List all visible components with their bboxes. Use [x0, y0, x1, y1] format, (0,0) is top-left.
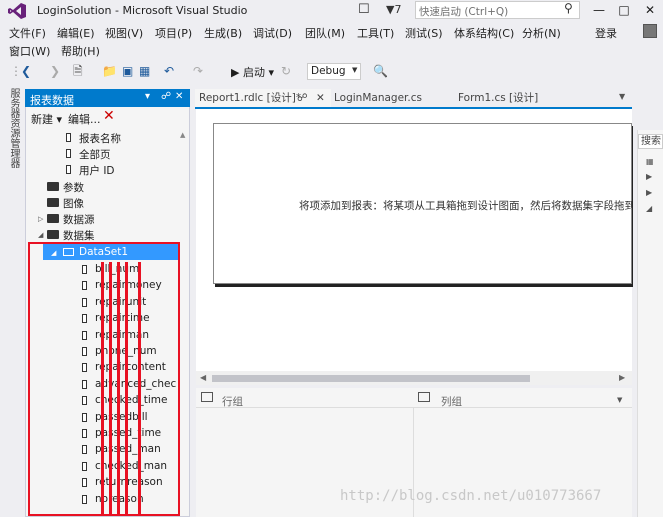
forward-icon[interactable]: ❯: [50, 64, 60, 78]
menu-team[interactable]: 团队(M): [305, 25, 345, 41]
scroll-right-icon[interactable]: ▶: [619, 373, 625, 382]
tree-item[interactable]: 报表名称: [79, 131, 121, 146]
watermark-text: http://blog.csdn.net/u010773667: [340, 488, 602, 504]
save-icon[interactable]: ▣: [122, 64, 133, 78]
restore-button[interactable]: □: [612, 1, 636, 19]
collapsed-triangle-icon[interactable]: ▷: [38, 215, 43, 223]
refresh-icon[interactable]: ↻: [281, 64, 291, 78]
folder-icon: [47, 198, 59, 207]
server-explorer-tab[interactable]: 服务器资源管理器: [7, 88, 21, 173]
panel-options-icon[interactable]: ▾: [145, 91, 150, 102]
tree-item[interactable]: 用户 ID: [79, 163, 115, 178]
feedback-icon[interactable]: ☐: [358, 2, 370, 17]
highlight-annotation-box: [28, 242, 180, 516]
menu-analyze[interactable]: 分析(N): [522, 25, 561, 41]
new-project-icon[interactable]: 🗎: [73, 64, 83, 78]
search-icon[interactable]: ⚲: [564, 1, 573, 15]
tree-item[interactable]: 图像: [63, 196, 84, 211]
design-surface-hint: 将项添加到报表：将某项从工具箱拖到设计图面，然后将数据集字段拖到该项: [299, 200, 632, 212]
menu-project[interactable]: 项目(P): [155, 25, 192, 41]
grouping-options-icon[interactable]: ▼: [617, 396, 622, 404]
pin-icon[interactable]: ☍: [161, 91, 171, 102]
minimize-button[interactable]: —: [587, 1, 611, 19]
menu-build[interactable]: 生成(B): [204, 25, 242, 41]
expand-arrow-icon[interactable]: ▶: [646, 188, 652, 197]
folder-icon: [47, 230, 59, 239]
grouping-header-divider: [196, 407, 632, 408]
undo-icon[interactable]: ↶: [164, 64, 174, 78]
annotation-line-5: [138, 262, 141, 514]
menu-window[interactable]: 窗口(W): [9, 43, 50, 59]
menu-architecture[interactable]: 体系结构(C): [454, 25, 514, 41]
annotation-line-2: [109, 262, 112, 514]
menu-edit[interactable]: 编辑(E): [57, 25, 95, 41]
column-groups-icon: [418, 392, 430, 402]
sign-in-link[interactable]: 登录: [595, 25, 617, 41]
expand-arrow-icon[interactable]: ▶: [646, 172, 652, 181]
annotation-line-1: [101, 262, 104, 514]
close-tab-icon[interactable]: ✕: [316, 90, 325, 106]
tree-item[interactable]: 数据集: [63, 228, 95, 243]
window-title: LoginSolution - Microsoft Visual Studio: [37, 4, 248, 17]
delete-icon[interactable]: ✕: [103, 108, 115, 124]
field-icon: [66, 149, 71, 158]
tab-login-manager[interactable]: LoginManager.cs: [334, 90, 422, 106]
tab-report1-label[interactable]: Report1.rdlc [设计]*: [199, 90, 301, 106]
field-icon: [66, 133, 71, 142]
folder-icon: [47, 214, 59, 223]
scroll-left-icon[interactable]: ◀: [200, 373, 206, 382]
tree-item[interactable]: 参数: [63, 180, 84, 195]
scroll-up-icon[interactable]: ▲: [180, 131, 185, 139]
quick-launch-placeholder: 快速启动 (Ctrl+Q): [419, 6, 509, 18]
account-icon[interactable]: [643, 24, 657, 38]
menu-file[interactable]: 文件(F): [9, 25, 46, 41]
menu-view[interactable]: 视图(V): [105, 25, 143, 41]
close-window-button[interactable]: ✕: [638, 1, 662, 19]
chevron-down-icon[interactable]: ▼: [352, 66, 357, 74]
close-panel-icon[interactable]: ✕: [175, 91, 183, 102]
new-dropdown-button[interactable]: 新建 ▾: [31, 111, 62, 127]
expand-arrow-icon[interactable]: ◢: [646, 204, 652, 213]
menu-debug[interactable]: 调试(D): [253, 25, 292, 41]
edit-button[interactable]: 编辑...: [68, 111, 101, 127]
open-file-icon[interactable]: 📁: [102, 64, 117, 78]
menu-test[interactable]: 测试(S): [405, 25, 443, 41]
pin-tab-icon[interactable]: ☍: [297, 90, 308, 106]
start-debugging-button[interactable]: ▶ 启动 ▾: [231, 64, 274, 80]
row-groups-icon: [201, 392, 213, 402]
horizontal-scroll-thumb[interactable]: [212, 375, 530, 382]
tree-item[interactable]: 数据源: [63, 212, 95, 227]
report-data-title: 报表数据: [30, 94, 74, 107]
tab-list-dropdown-icon[interactable]: ▼: [619, 92, 625, 101]
notifications-flag[interactable]: ▼7: [386, 3, 401, 16]
field-icon: [66, 165, 71, 174]
tree-item[interactable]: 全部页: [79, 147, 111, 162]
property-grid-icon[interactable]: ▦: [646, 157, 654, 166]
properties-search-input[interactable]: 搜索: [638, 134, 663, 149]
back-icon[interactable]: ❮: [21, 64, 31, 78]
menu-tools[interactable]: 工具(T): [357, 25, 394, 41]
annotation-line-4: [125, 262, 128, 514]
redo-icon[interactable]: ↷: [193, 64, 203, 78]
find-in-files-icon[interactable]: 🔍: [373, 64, 388, 78]
tab-form1-designer[interactable]: Form1.cs [设计]: [458, 90, 538, 106]
save-all-icon[interactable]: ▦: [139, 64, 150, 78]
annotation-line-3: [117, 262, 120, 514]
visual-studio-logo-icon: [8, 3, 26, 19]
expanded-triangle-icon[interactable]: ◢: [38, 231, 43, 239]
menu-help[interactable]: 帮助(H): [61, 43, 100, 59]
folder-icon: [47, 182, 59, 191]
